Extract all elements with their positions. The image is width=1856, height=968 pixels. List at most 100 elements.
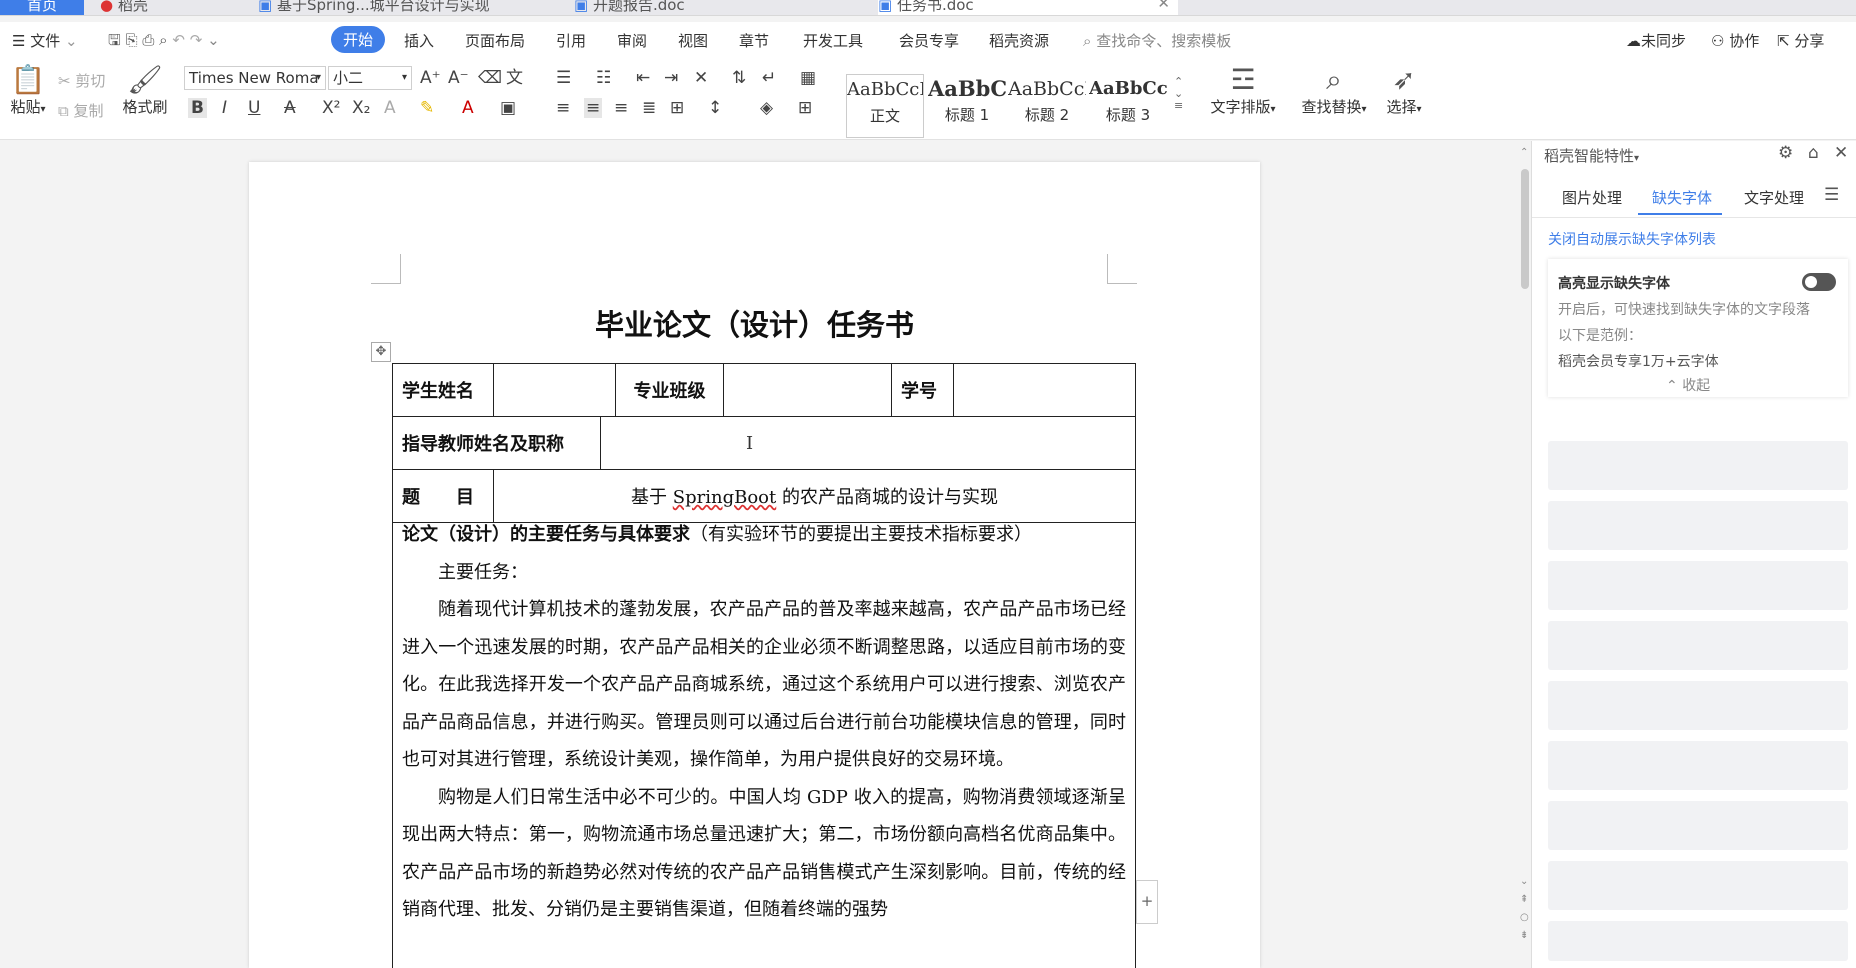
file-menu[interactable]: ☰ 文件 ⌄ xyxy=(12,30,78,51)
text-effect-icon[interactable]: A xyxy=(384,98,396,118)
student-name-cell[interactable] xyxy=(493,363,616,417)
settings-gear-icon[interactable]: ⚙ xyxy=(1778,143,1793,163)
style-heading-2[interactable]: AaBbCcD 标题 2 xyxy=(1008,74,1086,138)
redo-icon[interactable]: ↷ xyxy=(190,31,203,49)
topic-cell[interactable]: 基于 SpringBoot 的农产品商城的设计与实现 xyxy=(493,469,1136,523)
bullets-icon[interactable]: ☰ xyxy=(556,68,571,88)
chevron-down-icon: ▾ xyxy=(40,104,46,115)
text-cursor-icon: I xyxy=(746,432,754,454)
chinese-layout-icon[interactable]: ✕ xyxy=(694,68,708,88)
style-heading-3[interactable]: AaBbCcI 标题 3 xyxy=(1089,74,1167,138)
undo-icon[interactable]: ↶ xyxy=(172,31,185,49)
table-row: 指导教师姓名及职称 I xyxy=(392,416,1136,470)
numbering-icon[interactable]: ☷ xyxy=(596,68,611,88)
tab-doc-springboot[interactable]: ▣ 基于Spring...城平台设计与实现 xyxy=(258,0,520,15)
collaborate-button[interactable]: ⚇ 协作 xyxy=(1711,30,1759,51)
scroll-up-icon[interactable]: ⌃ xyxy=(1520,147,1528,158)
styles-scroll-icon[interactable]: ⌃ ⌄ ≡ xyxy=(1174,76,1183,112)
student-id-cell[interactable] xyxy=(953,363,1136,417)
tab-doc-proposal[interactable]: ▣ 开题报告.doc xyxy=(574,0,834,15)
format-painter-button[interactable]: 🖌 格式刷 xyxy=(120,64,170,117)
strikethrough-icon[interactable]: A xyxy=(284,98,296,118)
customize-icon[interactable]: ⌄ xyxy=(207,31,220,49)
underline-icon[interactable]: U xyxy=(248,98,260,118)
phonetic-icon[interactable]: 文 xyxy=(506,68,523,88)
menu-tab-start[interactable]: 开始 xyxy=(331,26,386,53)
table-move-handle-icon[interactable]: ✥ xyxy=(371,342,391,362)
sync-status-button[interactable]: ☁未同步 xyxy=(1626,30,1686,51)
panel-tab-text[interactable]: 文字处理 xyxy=(1744,187,1804,208)
style-normal[interactable]: AaBbCcD 正文 xyxy=(846,74,924,138)
requirements-body[interactable]: 论文（设计）的主要任务与具体要求（有实验环节的要提出主要技术指标要求） 主要任务… xyxy=(392,516,1136,968)
font-size-select[interactable]: 小二 ▾ xyxy=(328,66,412,90)
scroll-nav-icons[interactable]: ⌄ ⇞ ○ ⇟ xyxy=(1520,873,1529,945)
table-grid-icon[interactable]: ▦ xyxy=(800,68,816,88)
cut-button[interactable]: ✂ 剪切 xyxy=(58,70,105,91)
menu-tab-view[interactable]: 视图 xyxy=(678,30,708,51)
highlight-icon[interactable]: ✎ xyxy=(420,98,434,118)
add-row-button[interactable]: + xyxy=(1136,880,1158,924)
line-spacing-icon[interactable]: ↕ xyxy=(708,98,722,118)
menu-tab-chapter[interactable]: 章节 xyxy=(739,30,769,51)
char-border-icon[interactable]: ▣ xyxy=(500,98,516,118)
text-layout-button[interactable]: ☲ 文字排版▾ xyxy=(1200,64,1286,117)
highlight-toggle[interactable] xyxy=(1802,273,1836,291)
align-right-icon[interactable]: ≡ xyxy=(614,98,628,118)
teacher-cell[interactable]: I xyxy=(600,416,1136,470)
close-icon[interactable]: ✕ xyxy=(1834,143,1848,163)
menu-tab-member[interactable]: 会员专享 xyxy=(899,30,959,51)
menu-tab-developer[interactable]: 开发工具 xyxy=(803,30,863,51)
scrollbar-thumb[interactable] xyxy=(1521,169,1529,289)
align-left-icon[interactable]: ≡ xyxy=(556,98,570,118)
grow-font-icon[interactable]: A⁺ xyxy=(420,68,441,88)
show-marks-icon[interactable]: ↵ xyxy=(762,68,776,88)
tab-daoke[interactable]: ● 稻壳 xyxy=(100,0,250,15)
command-search[interactable]: ⌕ 查找命令、搜索模板 xyxy=(1083,30,1231,51)
distribute-icon[interactable]: ⊞ xyxy=(670,98,684,118)
disable-auto-list-link[interactable]: 关闭自动展示缺失字体列表 xyxy=(1548,229,1716,249)
font-name-select[interactable]: Times New Roma ▾ xyxy=(184,66,326,90)
save-icon[interactable]: 🖫 xyxy=(108,31,121,49)
bold-icon[interactable]: B xyxy=(188,98,207,118)
panel-tab-missing-fonts[interactable]: 缺失字体 xyxy=(1652,187,1712,208)
sort-icon[interactable]: ⇅ xyxy=(732,68,746,88)
tab-home[interactable]: 首页 xyxy=(0,0,84,15)
preview-icon[interactable]: ⌕ xyxy=(159,31,167,49)
menu-tab-page-layout[interactable]: 页面布局 xyxy=(465,30,525,51)
copy-button[interactable]: ⧉ 复制 xyxy=(58,100,104,121)
increase-indent-icon[interactable]: ⇥ xyxy=(664,68,678,88)
style-heading-1[interactable]: AaBbCc 标题 1 xyxy=(928,74,1006,138)
paste-button[interactable]: 📋 粘贴▾ xyxy=(6,64,50,117)
borders-icon[interactable]: ⊞ xyxy=(798,98,812,118)
document-page[interactable]: 毕业论文（设计）任务书 ✥ 学生姓名 专业班级 学号 指导教师姓名及职称 I 题… xyxy=(249,162,1260,968)
share-button[interactable]: ⇱ 分享 xyxy=(1777,30,1824,51)
menu-tab-references[interactable]: 引用 xyxy=(556,30,586,51)
align-center-icon[interactable]: ≡ xyxy=(584,98,603,118)
clear-format-icon[interactable]: ⌫ xyxy=(478,68,502,88)
class-cell[interactable] xyxy=(723,363,892,417)
decrease-indent-icon[interactable]: ⇤ xyxy=(636,68,650,88)
collapse-button[interactable]: ⌃ 收起 xyxy=(1666,375,1710,395)
menu-icon[interactable]: ☰ xyxy=(1824,185,1839,205)
export-icon[interactable]: ⎘ xyxy=(126,31,138,49)
document-scrollbar[interactable]: ⌃ ⌄ ⇞ ○ ⇟ xyxy=(1518,141,1532,968)
search-icon: ⌕ xyxy=(1083,32,1092,50)
menu-tab-daoke-resources[interactable]: 稻壳资源 xyxy=(989,30,1049,51)
italic-icon[interactable]: I xyxy=(222,98,227,118)
panel-header[interactable]: 稻壳智能特性▾ xyxy=(1544,145,1639,166)
panel-tab-image[interactable]: 图片处理 xyxy=(1562,187,1622,208)
select-button[interactable]: ➶ 选择▾ xyxy=(1380,64,1428,117)
pin-icon[interactable]: ⌂ xyxy=(1808,143,1819,163)
superscript-icon[interactable]: X² xyxy=(322,98,340,118)
print-icon[interactable]: ⎙ xyxy=(142,31,154,49)
subscript-icon[interactable]: X₂ xyxy=(352,98,370,118)
tab-doc-taskbook[interactable]: ▣ 任务书.doc ✕ xyxy=(878,0,1178,15)
close-icon[interactable]: ✕ xyxy=(1157,0,1170,12)
menu-tab-insert[interactable]: 插入 xyxy=(404,30,434,51)
font-color-icon[interactable]: A xyxy=(462,98,474,118)
find-replace-button[interactable]: ⌕ 查找替换▾ xyxy=(1294,64,1374,117)
shading-icon[interactable]: ◈ xyxy=(760,98,773,118)
justify-icon[interactable]: ≣ xyxy=(642,98,656,118)
menu-tab-review[interactable]: 审阅 xyxy=(617,30,647,51)
shrink-font-icon[interactable]: A⁻ xyxy=(448,68,469,88)
